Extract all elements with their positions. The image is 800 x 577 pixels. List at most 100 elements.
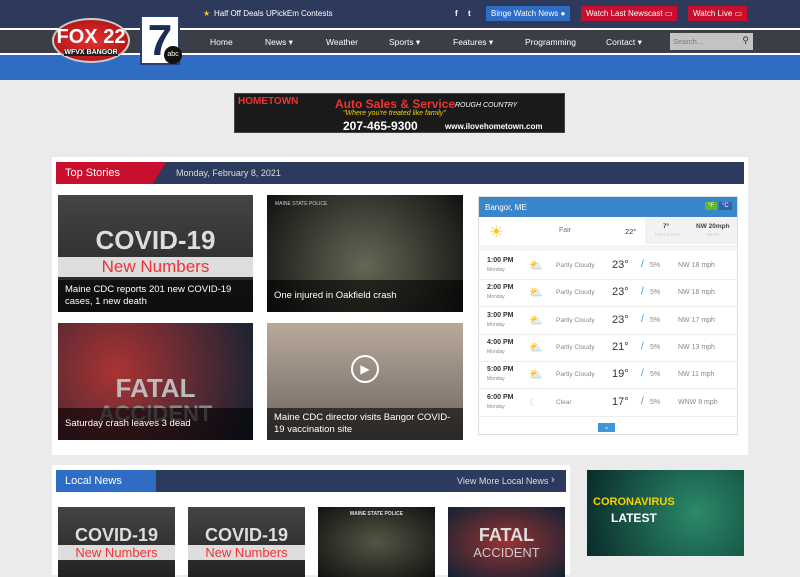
ad-phone: 207-465-9300 [343,119,418,133]
wind-label: WIND [707,232,719,237]
tv-icon: ▭ [664,9,673,18]
search-input[interactable]: Search... ⚲ [670,33,753,50]
binge-watch-button[interactable]: Binge Watch News ● [486,6,571,21]
hour-time: 6:00 PM [487,393,514,401]
nav-sports[interactable]: Sports ▾ [389,37,420,48]
hour-time: 2:00 PM [487,284,514,292]
story-card[interactable]: MAINE STATE POLICE One injured in Oakfie… [267,195,463,312]
hourly-row: 4:00 PM Monday ⛅ Partly Cloudy 21° / 5% … [479,335,737,362]
hour-wind: NW 18 mph [678,262,715,269]
top-bar [0,0,800,28]
feels-like-label: FEELS LIKE [655,232,681,237]
raindrop-icon: / [641,313,644,325]
nav-news[interactable]: News ▾ [265,37,293,48]
hour-temp: 19° [612,368,629,381]
watch-live-button[interactable]: Watch Live ▭ [688,6,748,21]
sun-icon: ☀ [489,224,504,241]
nav-contact[interactable]: Contact ▾ [606,37,642,48]
wind-value: NW 20mph [696,223,730,230]
story-caption: Maine CDC director visits Bangor COVID-1… [267,408,463,440]
local-news-thumb[interactable]: FATAL ACCIDENT [448,507,565,577]
star-icon: ★ [203,9,211,18]
live-label: Watch Live [693,9,733,18]
location: Bangor, ME [485,203,527,212]
twitter-icon[interactable]: t [468,9,471,18]
ad-partner: ROUGH COUNTRY [455,102,518,109]
thumb-sub: ACCIDENT [473,545,540,560]
story-card[interactable]: FATAL ACCIDENT Saturday crash leaves 3 d… [58,323,253,440]
hourly-row: 6:00 PM Monday ☾ Clear 17° / 5% WNW 8 mp… [479,390,737,417]
partly-cloudy-icon: ⛅ [529,369,543,382]
partly-cloudy-icon: ⛅ [529,341,543,354]
logo-text: FOX 22 [56,26,126,48]
image-text: COVID-19 [95,225,216,255]
hour-day: Monday [487,267,505,273]
story-card[interactable]: ▶ Maine CDC director visits Bangor COVID… [267,323,463,440]
hour-wind: NW 11 mph [678,371,715,379]
local-news-header: Local News View More Local News › [56,470,566,492]
raindrop-icon: / [641,368,644,380]
chevron-right-icon[interactable]: › [551,474,555,486]
facebook-icon[interactable]: f [455,9,458,18]
hour-wind: NW 17 mph [678,316,715,324]
contests-link[interactable]: Contests [301,9,333,18]
watch-last-newscast-button[interactable]: Watch Last Newscast ▭ [581,6,678,21]
local-news-thumb[interactable]: COVID-19 New Numbers [58,507,175,577]
celsius-toggle[interactable]: °C [719,202,732,210]
local-news-thumb[interactable]: MAINE STATE POLICE [318,507,435,577]
ad-brand: HOMETOWN [238,96,299,107]
hour-day: Monday [487,348,505,355]
hourly-row: 3:00 PM Monday ⛅ Partly Cloudy 23° / 5% … [479,308,737,335]
hour-temp: 23° [612,259,629,271]
hour-precip: 5% [650,343,661,351]
story-card[interactable]: COVID-19 New Numbers Maine CDC reports 2… [58,195,253,312]
hour-day: Monday [487,376,505,383]
thumb-sub: New Numbers [58,545,175,560]
coronavirus-promo[interactable]: CORONAVIRUS LATEST [587,470,744,556]
hour-wind: NW 18 mph [678,289,715,297]
hour-time: 3:00 PM [487,311,514,319]
view-more-link[interactable]: View More Local News [457,476,548,486]
hour-wind: NW 13 mph [678,343,715,351]
promo-title: CORONAVIRUS [593,496,675,508]
story-caption: One injured in Oakfield crash [267,280,463,312]
hour-day: Monday [487,294,505,301]
hour-wind: WNW 8 mph [678,398,718,406]
hour-temp: 23° [612,313,629,326]
thumb-text: COVID-19 [204,525,289,545]
divider [479,245,737,251]
ad-banner[interactable]: HOMETOWN Auto Sales & Service "Where you… [234,93,565,133]
local-news-label: Local News [56,470,166,492]
nav-weather[interactable]: Weather [326,37,358,47]
thumb-text: COVID-19 [74,525,159,545]
nav-features[interactable]: Features ▾ [453,37,493,48]
hour-condition: Partly Cloudy [556,316,595,324]
tv-icon: ▭ [734,9,743,18]
hour-time: 4:00 PM [487,338,514,346]
image-text: MAINE STATE POLICE [275,201,328,207]
hour-temp: 17° [612,395,629,408]
hour-precip: 5% [650,398,661,406]
fahrenheit-toggle[interactable]: °F [705,202,718,210]
upickem-link[interactable]: UPickEm [266,9,299,18]
hour-day: Monday [487,403,505,410]
blue-band [0,55,800,80]
fox22-logo[interactable]: FOX 22 WFVX BANGOR [52,18,130,63]
current-condition: Fair [559,227,572,234]
date-label: Monday, February 8, 2021 [176,168,281,178]
newscast-label: Watch Last Newscast [586,9,663,18]
raindrop-icon: / [641,395,644,407]
raindrop-icon: / [641,259,644,270]
hourly-row: 2:00 PM Monday ⛅ Partly Cloudy 23° / 5% … [479,280,737,308]
hour-precip: 5% [650,262,661,269]
search-icon[interactable]: ⚲ [742,35,749,46]
expand-chevron-icon[interactable]: ⌄ [598,423,615,432]
weather-header: Bangor, ME °F °C [479,197,737,217]
local-news-thumb[interactable]: COVID-19 New Numbers [188,507,305,577]
play-icon[interactable]: ▶ [351,355,379,383]
nav-programming[interactable]: Programming [525,37,576,47]
nav-home[interactable]: Home [210,37,233,47]
half-off-deals-link[interactable]: Half Off Deals [214,9,264,18]
thumb-text: MAINE STATE POLICE [349,511,404,517]
hour-condition: Clear [556,398,572,406]
